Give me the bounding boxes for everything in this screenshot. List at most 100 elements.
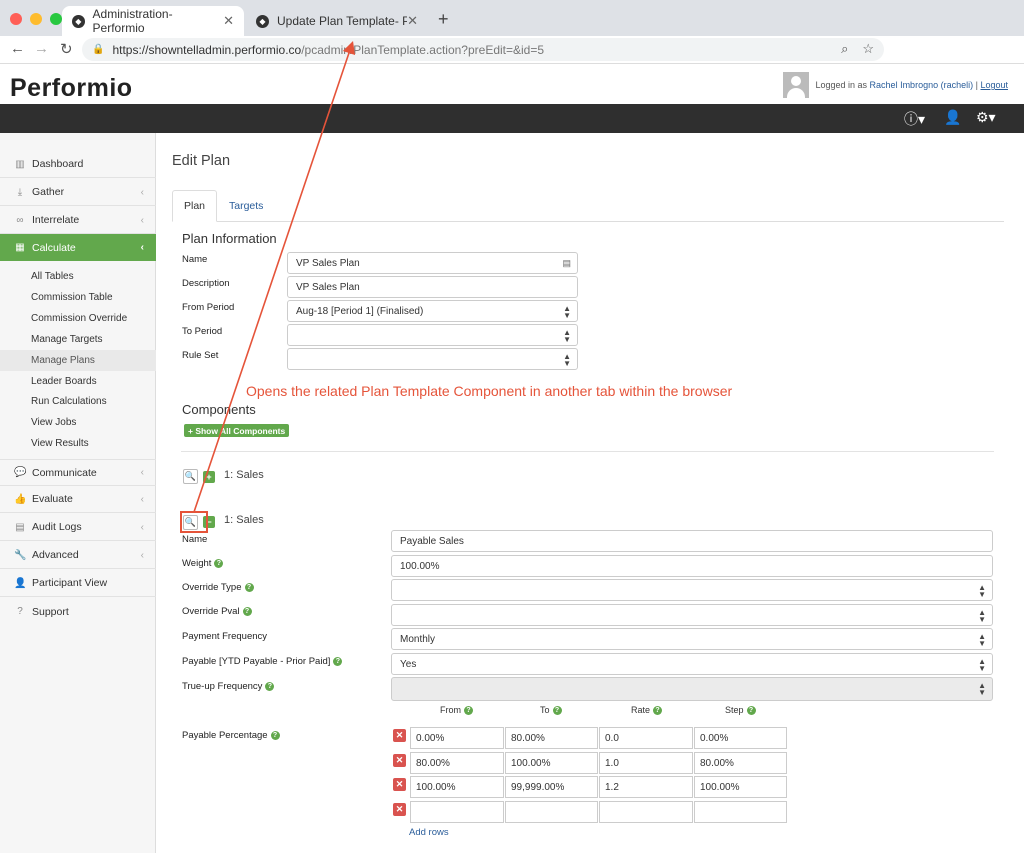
component-title[interactable]: 1: Sales (224, 469, 264, 481)
help-icon[interactable]: ? (265, 682, 275, 691)
delete-row-icon[interactable]: ✕ (393, 803, 406, 816)
show-all-components-button[interactable]: + Show All Components (184, 424, 290, 437)
sidebar-sub-all-tables[interactable]: All Tables (0, 266, 156, 287)
url-input[interactable]: 🔒 https://showntelladmin.performio.co/pc… (82, 38, 884, 61)
help-icon: ? (17, 606, 23, 617)
rate-cell[interactable] (410, 801, 504, 823)
sidebar-sub-manage-targets[interactable]: Manage Targets (0, 329, 156, 350)
rate-cell[interactable]: 100.00% (505, 752, 598, 774)
help-icon[interactable]: ? (333, 657, 343, 666)
sidebar-item-calculate[interactable]: ▦ Calculate ‹ (0, 234, 156, 261)
help-icon[interactable]: ? (244, 583, 254, 592)
help-icon[interactable]: ? (270, 731, 280, 740)
zoom-icon[interactable]: ⌕ (841, 41, 848, 57)
help-icon[interactable]: ? (746, 706, 756, 715)
close-tab-icon[interactable]: ✕ (407, 13, 418, 29)
payment-frequency-select[interactable]: Monthly ▲ ▼ (391, 628, 993, 650)
rule-set-select[interactable]: ▲ ▼ (287, 348, 578, 370)
rate-cell[interactable]: 80.00% (694, 752, 787, 774)
sidebar-sub-commission-table[interactable]: Commission Table (0, 287, 156, 308)
tab-plan[interactable]: Plan (172, 190, 218, 222)
performio-logo[interactable]: Performio (10, 74, 133, 103)
chevron-left-icon: ‹ (140, 549, 144, 561)
sidebar-sub-leader-boards[interactable]: Leader Boards (0, 371, 156, 392)
close-window-button[interactable] (10, 13, 22, 25)
minimize-window-button[interactable] (30, 13, 42, 25)
new-tab-icon[interactable]: + (438, 9, 449, 30)
sidebar-item-dashboard[interactable]: ▥ Dashboard (0, 151, 156, 178)
user-menu-icon[interactable]: 👤 (944, 109, 961, 126)
maximize-window-button[interactable] (50, 13, 62, 25)
tab-targets[interactable]: Targets (218, 190, 274, 222)
rate-cell[interactable]: 99,999.00% (505, 776, 598, 798)
expand-plus-icon[interactable]: + (203, 471, 215, 483)
logout-link[interactable]: Logout (980, 80, 1008, 90)
rate-cell[interactable] (599, 801, 693, 823)
plan-name-input[interactable]: VP Sales Plan ▤ (287, 252, 578, 274)
sidebar-item-support[interactable]: ? Support (0, 598, 156, 625)
sidebar-sub-view-jobs[interactable]: View Jobs (0, 412, 156, 433)
sidebar-sub-view-results[interactable]: View Results (0, 433, 156, 454)
bookmark-star-icon[interactable]: ☆ (862, 41, 874, 57)
payable-select[interactable]: Yes ▲ ▼ (391, 653, 993, 675)
sidebar-sub-commission-override[interactable]: Commission Override (0, 308, 156, 329)
browser-tab-administration[interactable]: ◆ Administration- Performio ✕ (62, 6, 244, 36)
back-arrow-icon[interactable]: ← (10, 40, 25, 57)
sidebar-sub-manage-plans[interactable]: Manage Plans (0, 350, 156, 371)
to-period-select[interactable]: ▲ ▼ (287, 324, 578, 346)
user-name-link[interactable]: Rachel Imbrogno (racheli) (870, 80, 974, 90)
delete-row-icon[interactable]: ✕ (393, 754, 406, 767)
override-type-select[interactable]: ▲ ▼ (391, 579, 993, 601)
override-pval-select[interactable]: ▲ ▼ (391, 604, 993, 626)
forward-arrow-icon[interactable]: → (34, 40, 49, 57)
document-icon: ▤ (15, 521, 25, 533)
rate-cell[interactable]: 1.2 (599, 776, 693, 798)
rate-cell[interactable] (694, 801, 787, 823)
help-icon[interactable]: ? (464, 706, 473, 715)
sidebar-item-communicate[interactable]: 💬 Communicate ‹ (0, 459, 156, 486)
weight-input[interactable]: 100.00% (391, 555, 993, 577)
info-menu-icon[interactable]: ⓘ▾ (904, 109, 925, 129)
browser-tab-update-plan[interactable]: ◆ Update Plan Template- Perform ✕ (246, 6, 428, 36)
help-icon[interactable]: ? (242, 607, 252, 616)
rate-cell[interactable]: 100.00% (410, 776, 504, 798)
column-header-text: To (540, 705, 550, 715)
weight-value: 100.00% (400, 560, 440, 572)
rate-cell[interactable]: 80.00% (410, 752, 504, 774)
search-icon[interactable]: 🔍 (183, 469, 198, 484)
column-header-step: Step? (725, 705, 756, 715)
add-rows-link[interactable]: Add rows (409, 827, 449, 838)
rate-cell[interactable]: 0.0 (599, 727, 693, 749)
separator: | (975, 80, 978, 90)
rate-cell[interactable]: 1.0 (599, 752, 693, 774)
sidebar-item-participant-view[interactable]: 👤 Participant View (0, 570, 156, 597)
from-period-select[interactable]: Aug-18 [Period 1] (Finalised) ▲ ▼ (287, 300, 578, 322)
delete-row-icon[interactable]: ✕ (393, 778, 406, 791)
rate-cell[interactable] (505, 801, 598, 823)
close-tab-icon[interactable]: ✕ (223, 13, 234, 29)
description-input[interactable]: VP Sales Plan (287, 276, 578, 298)
rate-cell[interactable]: 0.00% (694, 727, 787, 749)
logged-in-label: Logged in as (815, 80, 868, 90)
field-menu-icon[interactable]: ▤ (562, 258, 571, 269)
delete-row-icon[interactable]: ✕ (393, 729, 406, 742)
help-icon[interactable]: ? (214, 559, 224, 568)
sidebar-item-advanced[interactable]: 🔧 Advanced ‹ (0, 542, 156, 569)
sidebar-sub-run-calculations[interactable]: Run Calculations (0, 391, 156, 412)
help-icon[interactable]: ? (653, 706, 663, 715)
sidebar-item-evaluate[interactable]: 👍 Evaluate ‹ (0, 486, 156, 513)
chevron-left-icon: ‹ (140, 214, 144, 226)
rate-cell[interactable]: 80.00% (505, 727, 598, 749)
sidebar-item-interrelate[interactable]: ∞ Interrelate ‹ (0, 207, 156, 234)
trueup-frequency-select[interactable]: ▲ ▼ (391, 677, 993, 701)
sidebar-item-gather[interactable]: ⤓ Gather ‹ (0, 179, 156, 206)
settings-gear-icon[interactable]: ⚙▾ (976, 109, 996, 126)
component-title[interactable]: 1: Sales (224, 514, 264, 526)
component-name-input[interactable]: Payable Sales (391, 530, 993, 552)
sidebar-item-audit-logs[interactable]: ▤ Audit Logs ‹ (0, 514, 156, 541)
chevron-left-icon: ‹ (140, 186, 144, 198)
reload-icon[interactable]: ↻ (60, 40, 73, 58)
help-icon[interactable]: ? (552, 706, 562, 715)
rate-cell[interactable]: 100.00% (694, 776, 787, 798)
rate-cell[interactable]: 0.00% (410, 727, 504, 749)
